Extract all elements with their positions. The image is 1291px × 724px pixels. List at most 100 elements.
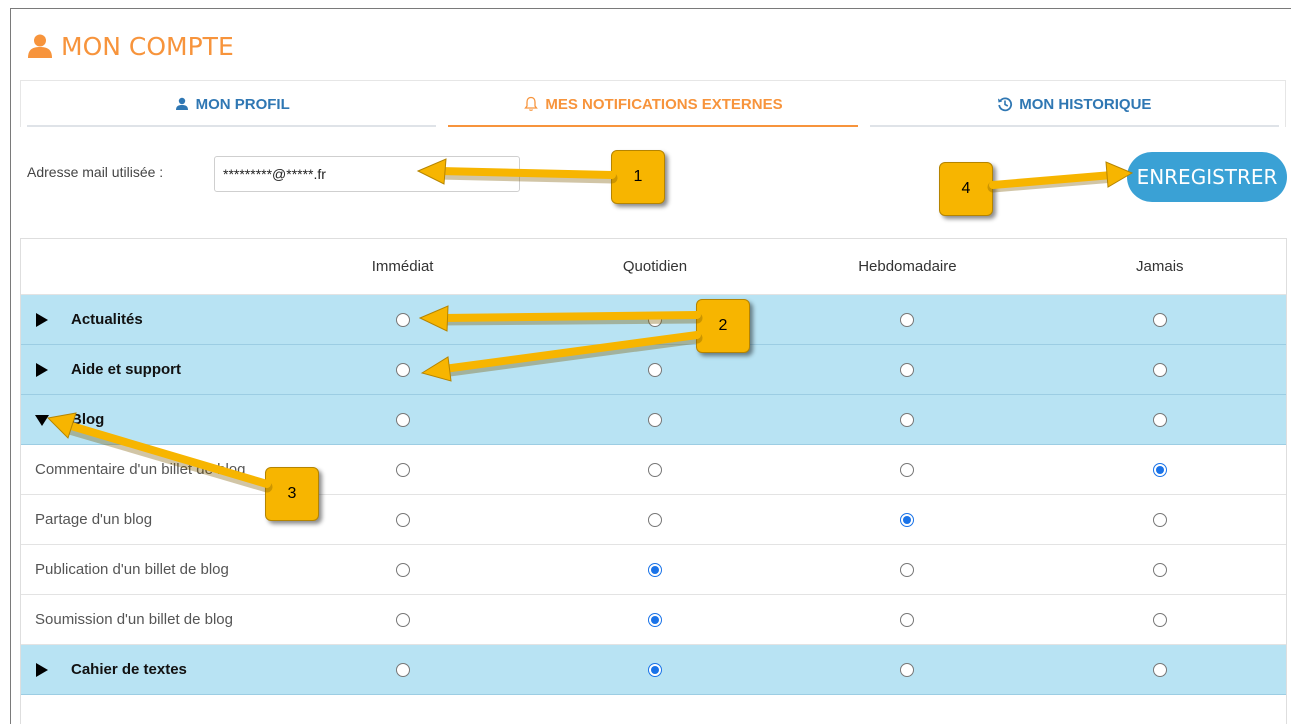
column-header: Immédiat: [371, 258, 434, 275]
frequency-radio[interactable]: [1152, 662, 1167, 677]
bell-icon: [524, 96, 539, 111]
frequency-radio[interactable]: [648, 662, 662, 677]
tab-mon-historique[interactable]: MON HISTORIQUE: [864, 81, 1285, 127]
table-body: Actualités Aide et support Blog Commentaire…: [21, 295, 1286, 695]
radio-cell: [781, 612, 1033, 627]
radio-cell: [1034, 612, 1286, 627]
email-label: Adresse mail utilisée :: [27, 164, 164, 180]
row-label-text: Cahier de textes: [71, 661, 187, 678]
table-row: Partage d'un blog: [21, 495, 1286, 545]
column-header: Jamais: [1136, 258, 1184, 275]
table-row: Publication d'un billet de blog: [21, 545, 1286, 595]
caret-right-icon[interactable]: [35, 662, 49, 677]
frequency-radio[interactable]: [395, 462, 410, 477]
frequency-radio[interactable]: [1152, 512, 1167, 527]
radio-cell: [781, 362, 1033, 377]
frequency-radio[interactable]: [395, 612, 410, 627]
radio-cell: [529, 412, 781, 427]
caret-right-icon[interactable]: [35, 312, 49, 327]
category-row[interactable]: Cahier de textes: [21, 645, 1286, 695]
category-row[interactable]: Actualités: [21, 295, 1286, 345]
frequency-radio[interactable]: [395, 562, 410, 577]
radio-cell: [1034, 512, 1286, 527]
row-label-text: Publication d'un billet de blog: [35, 561, 229, 578]
email-field[interactable]: [214, 156, 520, 192]
frequency-radio[interactable]: [900, 362, 915, 377]
window-frame-top: [10, 8, 1291, 9]
frequency-radio[interactable]: [900, 412, 915, 427]
radio-cell: [276, 412, 528, 427]
callout-3: 3: [265, 467, 319, 521]
radio-cell: [781, 312, 1033, 327]
frequency-radio[interactable]: [900, 562, 915, 577]
column-header: Quotidien: [622, 258, 688, 275]
table-header-row: Immédiat Quotidien Hebdomadaire Jamais: [21, 239, 1286, 295]
row-label: Aide et support: [21, 361, 276, 378]
row-label-text: Soumission d'un billet de blog: [35, 611, 233, 628]
frequency-radio[interactable]: [1152, 562, 1167, 577]
row-label-text: Commentaire d'un billet de blog: [35, 461, 246, 478]
frequency-radio[interactable]: [395, 312, 410, 327]
frequency-radio[interactable]: [1152, 462, 1167, 477]
frequency-radio[interactable]: [900, 612, 915, 627]
frequency-radio[interactable]: [648, 412, 662, 427]
frequency-radio[interactable]: [395, 662, 410, 677]
radio-cell: [1034, 562, 1286, 577]
frequency-radio[interactable]: [395, 512, 410, 527]
frequency-radio[interactable]: [648, 362, 662, 377]
page-title: MON COMPTE: [27, 30, 234, 62]
frequency-radio[interactable]: [1152, 412, 1167, 427]
radio-cell: [276, 662, 528, 677]
column-header: Hebdomadaire: [858, 258, 957, 275]
frequency-radio[interactable]: [900, 662, 915, 677]
frequency-radio[interactable]: [395, 362, 410, 377]
category-row[interactable]: Aide et support: [21, 345, 1286, 395]
row-label: Partage d'un blog: [21, 509, 276, 530]
frequency-radio[interactable]: [900, 512, 915, 527]
tab-label: MES NOTIFICATIONS EXTERNES: [545, 95, 783, 113]
table-row: Commentaire d'un billet de blog: [21, 445, 1286, 495]
frequency-radio[interactable]: [1152, 612, 1167, 627]
radio-cell: [1034, 312, 1286, 327]
callout-1: 1: [611, 150, 665, 204]
frequency-radio[interactable]: [648, 462, 662, 477]
frequency-radio[interactable]: [900, 462, 915, 477]
caret-down-icon[interactable]: [35, 413, 49, 427]
save-button[interactable]: ENREGISTRER: [1127, 152, 1287, 202]
frequency-radio[interactable]: [648, 512, 662, 527]
frequency-radio[interactable]: [648, 312, 662, 327]
tab-label: MON HISTORIQUE: [1019, 95, 1152, 113]
callout-4: 4: [939, 162, 993, 216]
radio-cell: [781, 512, 1033, 527]
category-row[interactable]: Blog: [21, 395, 1286, 445]
radio-cell: [781, 412, 1033, 427]
row-label: Blog: [21, 411, 276, 428]
radio-cell: [529, 462, 781, 477]
radio-cell: [276, 562, 528, 577]
radio-cell: [529, 612, 781, 627]
window-frame-left: [10, 8, 11, 724]
tab-bar: MON PROFIL MES NOTIFICATIONS EXTERNES MO…: [20, 80, 1286, 127]
radio-cell: [781, 562, 1033, 577]
tab-mes-notifications-externes[interactable]: MES NOTIFICATIONS EXTERNES: [442, 81, 863, 127]
row-label-text: Actualités: [71, 311, 143, 328]
frequency-radio[interactable]: [1152, 362, 1167, 377]
radio-cell: [1034, 462, 1286, 477]
frequency-radio[interactable]: [648, 612, 662, 627]
frequency-radio[interactable]: [900, 312, 915, 327]
frequency-radio[interactable]: [395, 412, 410, 427]
row-label: Publication d'un billet de blog: [21, 559, 276, 580]
frequency-radio[interactable]: [648, 562, 662, 577]
row-label: Cahier de textes: [21, 661, 276, 678]
callout-2: 2: [696, 299, 750, 353]
user-icon: [175, 97, 188, 110]
caret-right-icon[interactable]: [35, 362, 49, 377]
row-label: Commentaire d'un billet de blog: [21, 459, 276, 480]
radio-cell: [781, 462, 1033, 477]
history-icon: [998, 97, 1013, 112]
tab-mon-profil[interactable]: MON PROFIL: [21, 81, 442, 127]
page-title-text: MON COMPTE: [61, 31, 234, 61]
frequency-radio[interactable]: [1152, 312, 1167, 327]
notification-table: Immédiat Quotidien Hebdomadaire Jamais A…: [20, 238, 1287, 724]
radio-cell: [276, 312, 528, 327]
